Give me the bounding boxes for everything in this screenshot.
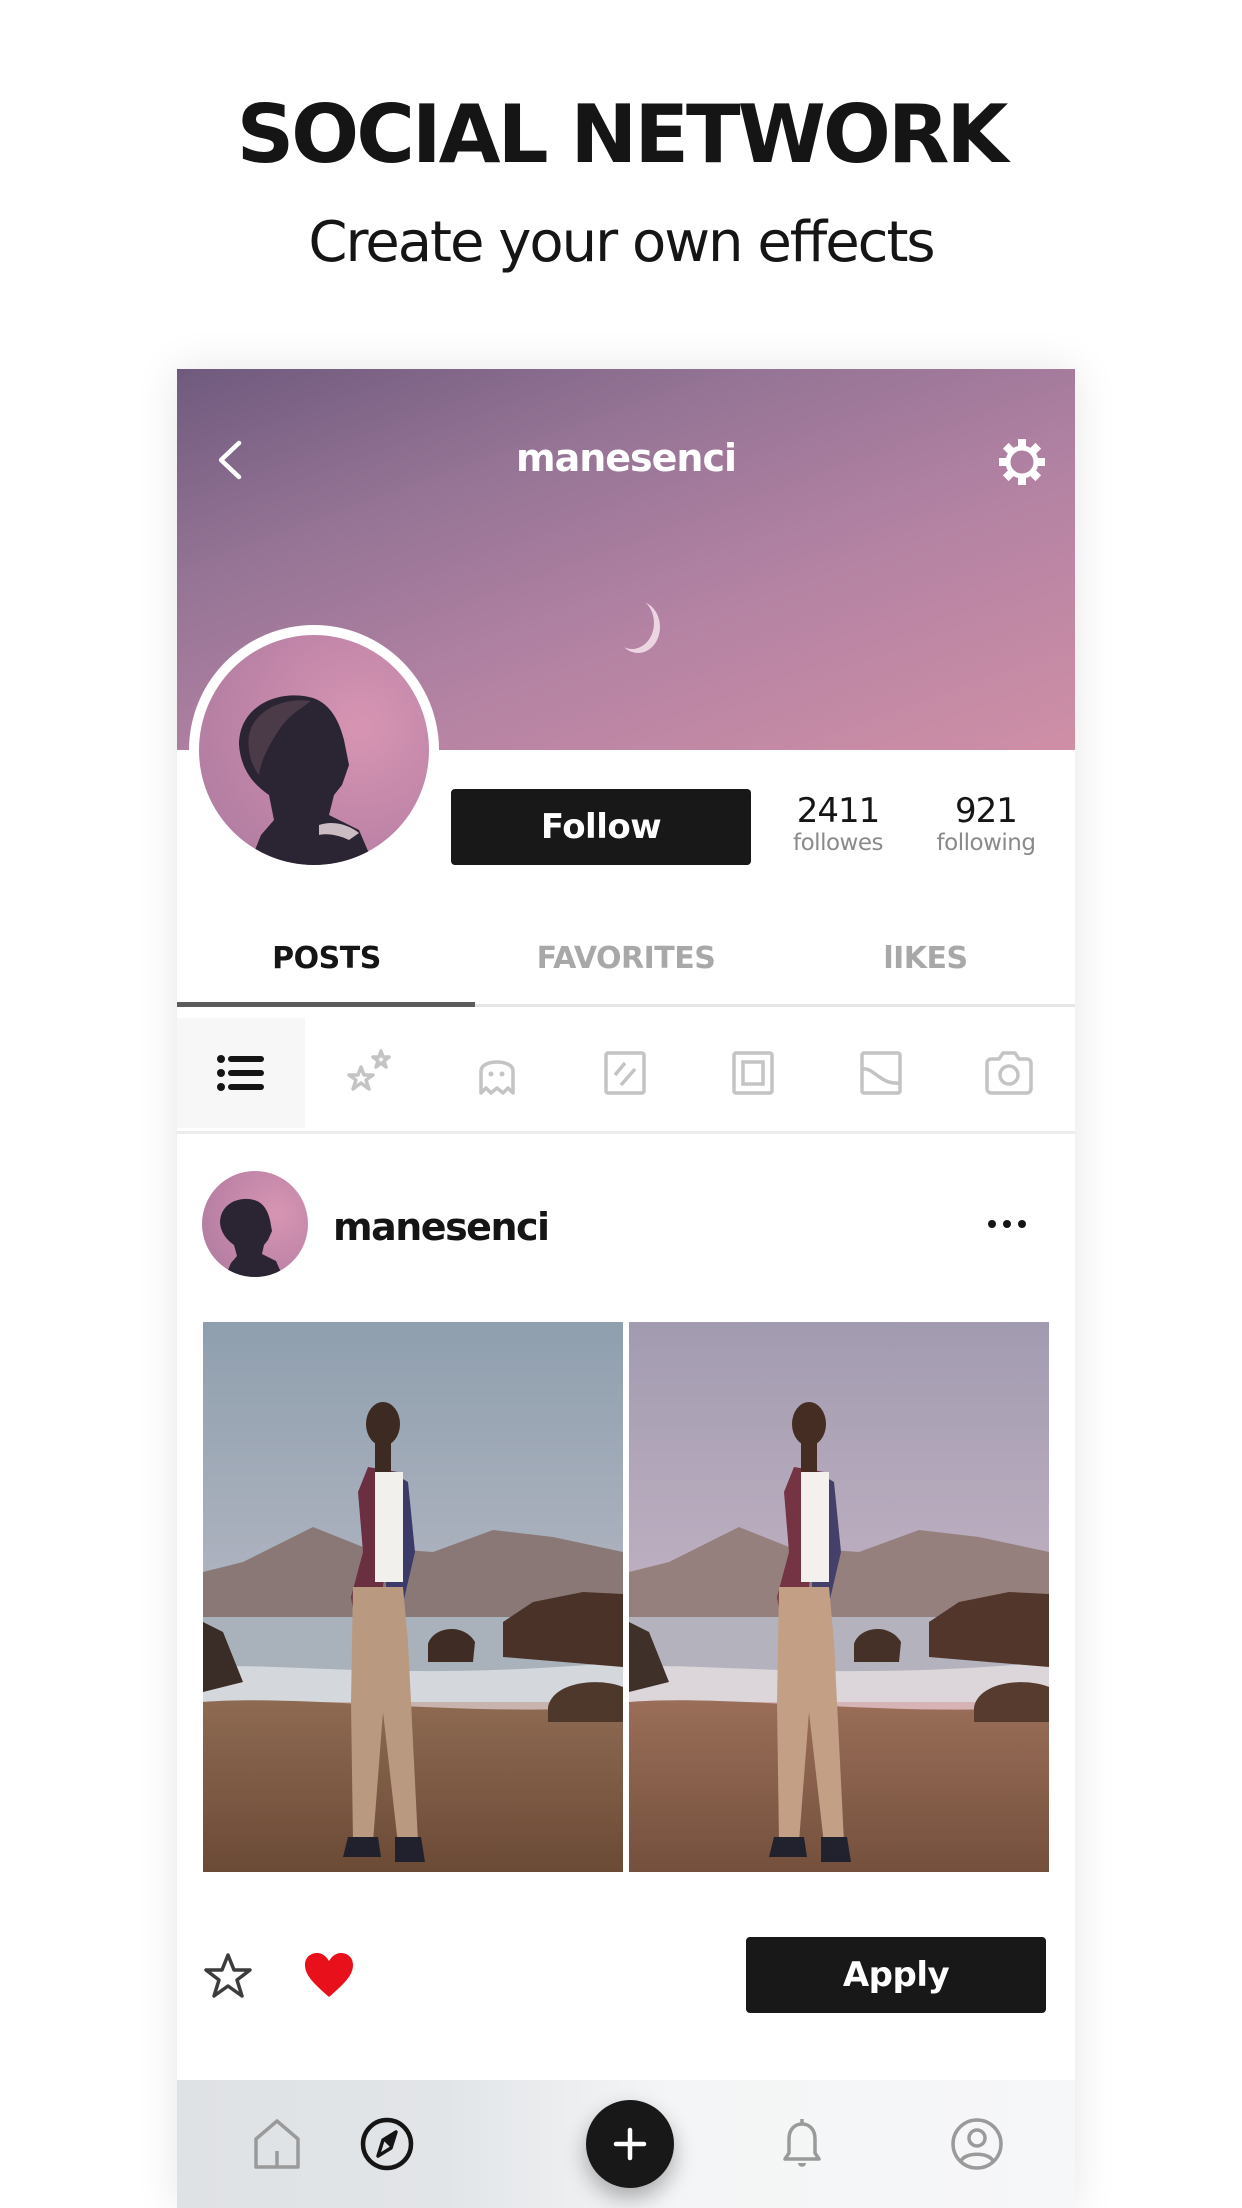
nav-explore[interactable] — [355, 2112, 419, 2176]
curve-icon — [860, 1051, 902, 1095]
tab-likes[interactable]: lIKES — [776, 941, 1075, 976]
follow-button[interactable]: Follow — [451, 789, 751, 865]
more-dots-icon[interactable] — [977, 1209, 1037, 1239]
filter-list[interactable] — [177, 1018, 305, 1128]
settings-button[interactable] — [997, 437, 1047, 487]
nav-home[interactable] — [245, 2112, 309, 2176]
filter-sparkle[interactable] — [305, 1018, 433, 1128]
filter-frame[interactable] — [689, 1018, 817, 1128]
texture-icon — [604, 1051, 646, 1095]
profile-avatar[interactable] — [189, 625, 439, 875]
filter-toolbar — [177, 1010, 1075, 1134]
compass-icon — [360, 2117, 414, 2171]
followers-label: followes — [793, 830, 883, 856]
plus-icon — [613, 2127, 647, 2161]
home-icon — [254, 2119, 300, 2169]
profile-username-title: manesenci — [515, 436, 737, 480]
post-photos — [203, 1322, 1049, 1872]
following-label: following — [936, 830, 1036, 856]
tab-favorites[interactable]: FAVORITES — [476, 941, 776, 976]
filter-camera[interactable] — [945, 1018, 1073, 1128]
favorite-button[interactable] — [203, 1951, 253, 2001]
like-button[interactable] — [303, 1951, 355, 2001]
nav-profile[interactable] — [945, 2112, 1009, 2176]
apply-button[interactable]: Apply — [746, 1937, 1046, 2013]
followers-count: 2411 — [796, 791, 881, 831]
heart-icon — [305, 1953, 353, 1997]
active-tab-indicator — [177, 1002, 475, 1007]
post-actions: Apply — [177, 1929, 1075, 2019]
followers-stat[interactable]: 2411 followes — [768, 792, 908, 856]
photo-before[interactable] — [203, 1322, 623, 1872]
camera-icon — [985, 1051, 1033, 1095]
profile-avatar-image — [199, 635, 429, 865]
profile-tabs: POSTS FAVORITES lIKES — [177, 929, 1075, 1007]
following-stat[interactable]: 921 following — [916, 792, 1056, 856]
nav-create[interactable] — [586, 2100, 674, 2188]
post-author-avatar[interactable] — [202, 1171, 308, 1277]
phone-screen: manesenci Follow 2411 followes 921 follo… — [177, 369, 1075, 2208]
ghost-icon — [479, 1060, 515, 1095]
gear-icon — [999, 439, 1045, 485]
star-icon — [204, 1953, 252, 1998]
following-count: 921 — [955, 791, 1018, 831]
promo-title: SOCIAL NETWORK — [236, 88, 1009, 181]
moon-decoration — [610, 597, 654, 649]
post-author-name[interactable]: manesenci — [333, 1205, 550, 1249]
frame-icon — [732, 1051, 774, 1095]
tab-posts[interactable]: POSTS — [177, 941, 476, 976]
filter-curve[interactable] — [817, 1018, 945, 1128]
profile-icon — [951, 2118, 1003, 2170]
promo-subtitle: Create your own effects — [308, 210, 935, 275]
bottom-navigation — [177, 2080, 1075, 2208]
nav-notifications[interactable] — [770, 2112, 834, 2176]
post-header: manesenci — [177, 1139, 1075, 1309]
filter-ghost[interactable] — [433, 1018, 561, 1128]
list-icon — [217, 1055, 264, 1091]
sparkle-stars-icon — [347, 1049, 391, 1091]
filter-texture[interactable] — [561, 1018, 689, 1128]
photo-after[interactable] — [629, 1322, 1049, 1872]
bell-icon — [783, 2119, 821, 2167]
